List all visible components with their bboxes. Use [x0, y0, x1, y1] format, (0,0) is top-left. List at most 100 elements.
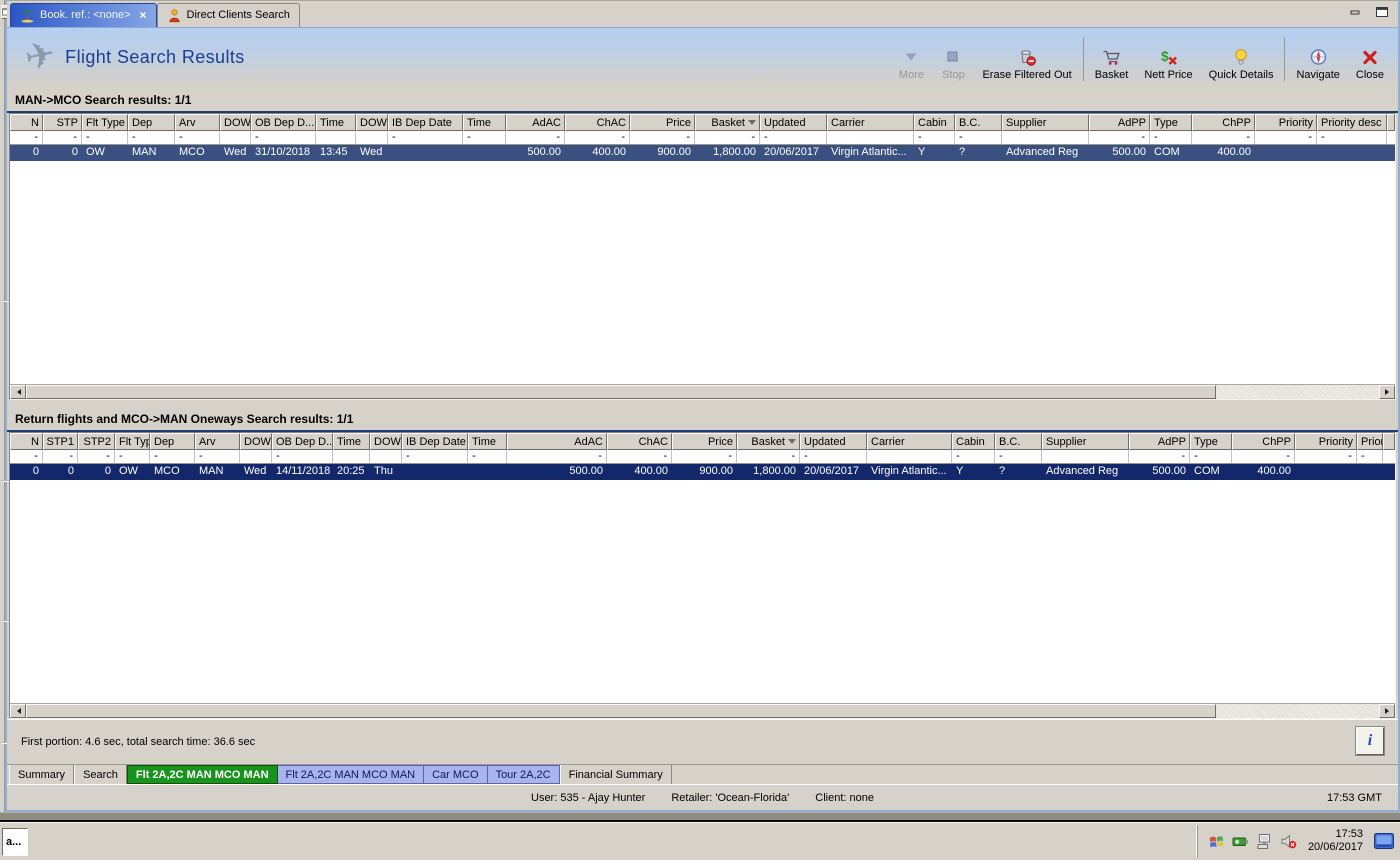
- graphics-card-icon[interactable]: [1232, 833, 1249, 850]
- column-header-price[interactable]: Price: [630, 113, 695, 131]
- filter-cell[interactable]: [316, 130, 356, 144]
- filter-cell[interactable]: -: [175, 130, 220, 144]
- filter-cell[interactable]: -: [10, 449, 43, 463]
- filter-cell[interactable]: -: [1232, 449, 1295, 463]
- taskbar-app-button[interactable]: a...: [2, 827, 28, 856]
- column-header-stp[interactable]: STP: [43, 113, 82, 131]
- column-header-dow[interactable]: DOW: [220, 113, 251, 131]
- filter-cell[interactable]: -: [672, 449, 737, 463]
- column-header-chac[interactable]: ChAC: [607, 432, 672, 450]
- filter-cell[interactable]: -: [43, 449, 78, 463]
- column-header-adac[interactable]: AdAC: [507, 432, 607, 450]
- column-header-updated[interactable]: Updated: [760, 113, 827, 131]
- filter-cell[interactable]: -: [251, 130, 316, 144]
- column-header-chpp[interactable]: ChPP: [1192, 113, 1255, 131]
- column-header-basket[interactable]: Basket: [737, 432, 800, 450]
- column-header-arv[interactable]: Arv: [175, 113, 220, 131]
- erase-filtered-out-button[interactable]: Erase Filtered Out: [974, 33, 1079, 85]
- column-header-ob-dep-d[interactable]: OB Dep D...: [272, 432, 333, 450]
- info-button[interactable]: i: [1355, 726, 1385, 757]
- filter-cell[interactable]: -: [1357, 449, 1383, 463]
- column-header-adpp[interactable]: AdPP: [1089, 113, 1150, 131]
- filter-cell[interactable]: -: [468, 449, 507, 463]
- scroll-left-button[interactable]: [10, 385, 26, 399]
- filter-cell[interactable]: -: [1129, 449, 1190, 463]
- filter-cell[interactable]: -: [43, 130, 82, 144]
- filter-cell[interactable]: -: [506, 130, 565, 144]
- column-header-priority[interactable]: Priority: [1295, 432, 1357, 450]
- column-header-supplier[interactable]: Supplier: [1002, 113, 1089, 131]
- column-header-time[interactable]: Time: [333, 432, 370, 450]
- column-header-cabin[interactable]: Cabin: [952, 432, 995, 450]
- column-header-adpp[interactable]: AdPP: [1129, 432, 1190, 450]
- column-header-time[interactable]: Time: [316, 113, 356, 131]
- column-header-carrier[interactable]: Carrier: [827, 113, 914, 131]
- column-header-ib-dep-date[interactable]: IB Dep Date: [388, 113, 463, 131]
- column-header-n[interactable]: N: [10, 113, 43, 131]
- column-header-chpp[interactable]: ChPP: [1232, 432, 1295, 450]
- filter-cell[interactable]: -: [10, 130, 43, 144]
- filter-cell[interactable]: [1002, 130, 1089, 144]
- filter-cell[interactable]: [867, 449, 952, 463]
- filter-cell[interactable]: -: [78, 449, 115, 463]
- filter-cell[interactable]: -: [150, 449, 195, 463]
- network-icon[interactable]: [1256, 833, 1273, 850]
- column-header-n[interactable]: N: [10, 432, 43, 450]
- column-header-priority-desc[interactable]: Priority desc: [1317, 113, 1387, 131]
- filter-cell[interactable]: [240, 449, 272, 463]
- column-header-dow[interactable]: DOW: [356, 113, 388, 131]
- filter-cell[interactable]: -: [630, 130, 695, 144]
- scrollbar-thumb[interactable]: [26, 385, 1216, 399]
- filter-cell[interactable]: [220, 130, 251, 144]
- filter-cell[interactable]: -: [463, 130, 506, 144]
- filter-cell[interactable]: -: [1295, 449, 1357, 463]
- outbound-result-row[interactable]: 0 0 OW MAN MCO Wed 31/10/2018 13:45 Wed 500.00 400…: [10, 144, 1395, 161]
- filter-cell[interactable]: -: [695, 130, 760, 144]
- filter-cell[interactable]: -: [272, 449, 333, 463]
- filter-cell[interactable]: -: [737, 449, 800, 463]
- filter-cell[interactable]: -: [388, 130, 463, 144]
- column-header-dow[interactable]: DOW: [370, 432, 402, 450]
- filter-cell[interactable]: -: [1190, 449, 1232, 463]
- close-tab-icon[interactable]: ×: [140, 9, 147, 21]
- filter-cell[interactable]: [333, 449, 370, 463]
- column-header-adac[interactable]: AdAC: [506, 113, 565, 131]
- column-header-supplier[interactable]: Supplier: [1042, 432, 1129, 450]
- outbound-hscrollbar[interactable]: [10, 384, 1395, 399]
- speaker-muted-icon[interactable]: [1280, 833, 1297, 850]
- scrollbar-thumb[interactable]: [26, 704, 1216, 719]
- inbound-hscrollbar[interactable]: [10, 703, 1395, 719]
- filter-cell[interactable]: -: [1317, 130, 1387, 144]
- bottom-tab-tour-2a-2c[interactable]: Tour 2A,2C: [487, 765, 560, 785]
- bottom-tab-summary[interactable]: Summary: [9, 765, 75, 785]
- tray-clock[interactable]: 17:53 20/06/2017: [1304, 828, 1367, 854]
- filter-cell[interactable]: [356, 130, 388, 144]
- maximize-button[interactable]: [1374, 5, 1390, 18]
- filter-cell[interactable]: -: [1150, 130, 1192, 144]
- bottom-tab-financial-summary[interactable]: Financial Summary: [559, 765, 672, 785]
- column-header-chac[interactable]: ChAC: [565, 113, 630, 131]
- filter-cell[interactable]: [827, 130, 914, 144]
- filter-cell[interactable]: -: [607, 449, 672, 463]
- filter-cell[interactable]: [1042, 449, 1129, 463]
- filter-cell[interactable]: [370, 449, 402, 463]
- column-header-arv[interactable]: Arv: [195, 432, 240, 450]
- column-header-stp2[interactable]: STP2: [78, 432, 115, 450]
- navigate-button[interactable]: Navigate: [1288, 33, 1347, 85]
- filter-cell[interactable]: -: [402, 449, 468, 463]
- column-header-ob-dep-d[interactable]: OB Dep D...: [251, 113, 316, 131]
- column-header-price[interactable]: Price: [672, 432, 737, 450]
- column-header-priority[interactable]: Priority: [1255, 113, 1317, 131]
- basket-button[interactable]: Basket: [1087, 33, 1137, 85]
- filter-cell[interactable]: -: [995, 449, 1042, 463]
- minimize-button[interactable]: [1348, 5, 1364, 18]
- column-header-ib-dep-date[interactable]: IB Dep Date: [402, 432, 468, 450]
- filter-cell[interactable]: -: [82, 130, 128, 144]
- column-header-b-c[interactable]: B.C.: [995, 432, 1042, 450]
- column-header-type[interactable]: Type: [1190, 432, 1232, 450]
- column-header-updated[interactable]: Updated: [800, 432, 867, 450]
- column-header-type[interactable]: Type: [1150, 113, 1192, 131]
- column-header-dow[interactable]: DOW: [240, 432, 272, 450]
- filter-cell[interactable]: -: [914, 130, 955, 144]
- nett-price-button[interactable]: $ Nett Price: [1136, 33, 1200, 85]
